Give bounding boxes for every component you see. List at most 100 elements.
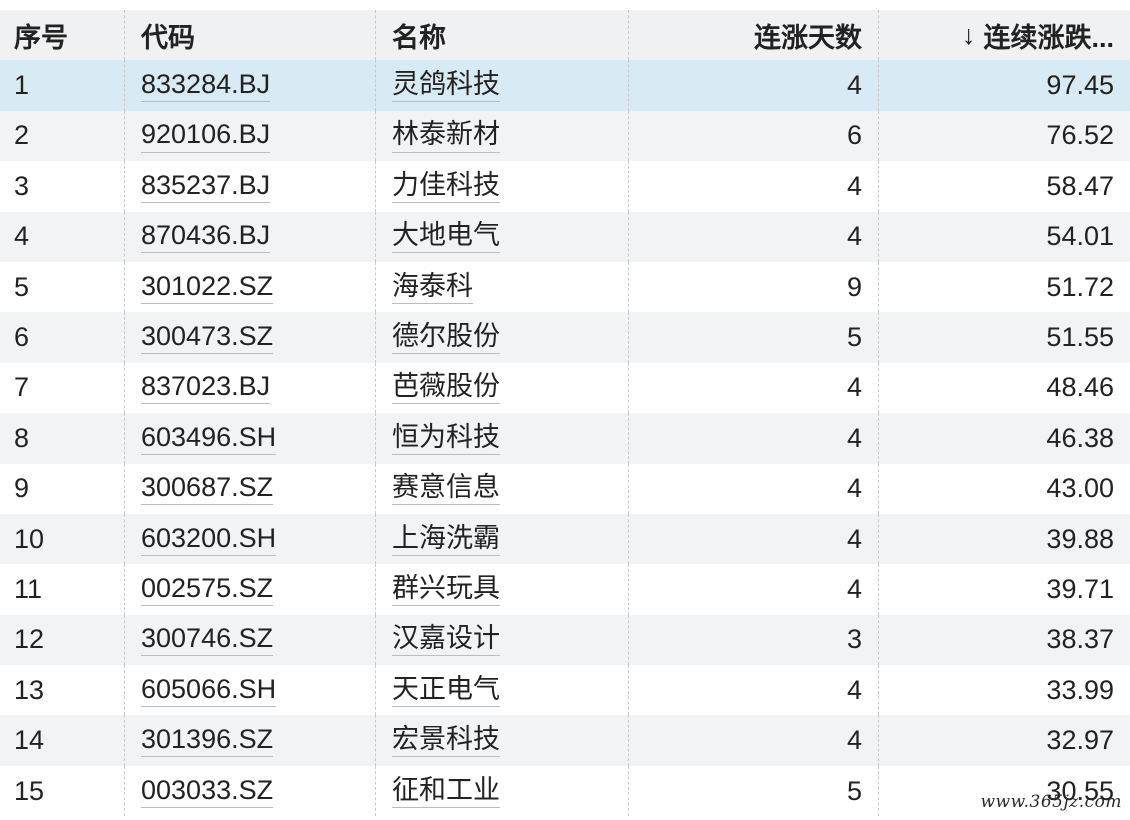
- stock-name-link[interactable]: 汉嘉设计: [392, 623, 500, 657]
- stock-code-cell: 920106.BJ: [124, 110, 375, 162]
- stock-code-link[interactable]: 301022.SZ: [141, 271, 274, 304]
- stock-code-link[interactable]: 003033.SZ: [141, 775, 274, 808]
- table-row[interactable]: 14 301396.SZ 宏景科技 4 32.97: [0, 715, 1130, 766]
- table-row[interactable]: 11 002575.SZ 群兴玩具 4 39.71: [0, 564, 1130, 615]
- cumulative-change-cell: 97.45: [878, 60, 1130, 111]
- stock-name-link[interactable]: 力佳科技: [392, 170, 500, 203]
- row-index: 12: [14, 624, 45, 655]
- streak-days-cell: 3: [628, 614, 878, 666]
- stock-name-link[interactable]: 德尔股份: [392, 321, 500, 355]
- streak-days-cell: 4: [628, 161, 878, 212]
- stock-name-link[interactable]: 天正电气: [392, 674, 500, 707]
- streak-days-cell: 4: [628, 362, 878, 414]
- cumulative-change-cell: 48.46: [878, 362, 1130, 414]
- header-streak-days[interactable]: 连涨天数: [628, 10, 878, 61]
- table-row[interactable]: 6 300473.SZ 德尔股份 5 51.55: [0, 312, 1130, 363]
- streak-days-cell: 6: [628, 110, 878, 162]
- stock-name-cell: 上海洗霸: [375, 513, 628, 565]
- table-row[interactable]: 12 300746.SZ 汉嘉设计 3 38.37: [0, 614, 1130, 666]
- stock-code-link[interactable]: 300473.SZ: [141, 321, 274, 355]
- header-name[interactable]: 名称: [375, 10, 628, 61]
- table-row[interactable]: 5 301022.SZ 海泰科 9 51.72: [0, 261, 1130, 313]
- streak-days-cell: 4: [628, 413, 878, 464]
- table-row[interactable]: 4 870436.BJ 大地电气 4 54.01: [0, 211, 1130, 262]
- row-index: 3: [14, 170, 30, 201]
- row-index: 9: [14, 473, 30, 504]
- row-index: 7: [14, 372, 30, 403]
- stock-name-link[interactable]: 赛意信息: [392, 472, 500, 506]
- stock-name-link[interactable]: 林泰新材: [392, 119, 500, 153]
- table-row[interactable]: 8 603496.SH 恒为科技 4 46.38: [0, 413, 1130, 464]
- streak-days-cell: 4: [628, 513, 878, 565]
- site-watermark: www.365jz.com: [980, 792, 1122, 812]
- stock-code-cell: 003033.SZ: [124, 765, 375, 817]
- stock-code-cell: 603200.SH: [124, 513, 375, 565]
- stock-code-link[interactable]: 920106.BJ: [141, 119, 271, 153]
- header-cumulative-change[interactable]: ↓ 连续涨跌...: [878, 10, 1130, 61]
- table-row[interactable]: 2 920106.BJ 林泰新材 6 76.52: [0, 110, 1130, 162]
- stock-code-cell: 835237.BJ: [124, 161, 375, 212]
- table-row[interactable]: 10 603200.SH 上海洗霸 4 39.88: [0, 513, 1130, 565]
- row-index: 10: [14, 523, 45, 554]
- stock-code-link[interactable]: 870436.BJ: [141, 220, 271, 254]
- stock-code-link[interactable]: 837023.BJ: [141, 371, 271, 405]
- stock-code-link[interactable]: 002575.SZ: [141, 573, 274, 607]
- row-index: 14: [14, 725, 45, 756]
- stock-name-cell: 群兴玩具: [375, 564, 628, 615]
- cumulative-change-cell: 32.97: [878, 715, 1130, 766]
- stock-name-link[interactable]: 上海洗霸: [392, 523, 500, 556]
- row-index: 4: [14, 221, 30, 252]
- row-index: 2: [14, 120, 30, 151]
- table-row[interactable]: 7 837023.BJ 芭薇股份 4 48.46: [0, 362, 1130, 414]
- stock-code-link[interactable]: 301396.SZ: [141, 724, 274, 758]
- stock-code-link[interactable]: 603496.SH: [141, 422, 277, 455]
- stock-name-link[interactable]: 灵鸽科技: [392, 69, 500, 103]
- stock-code-cell: 605066.SH: [124, 665, 375, 716]
- stock-name-link[interactable]: 芭薇股份: [392, 371, 500, 405]
- stock-name-link[interactable]: 宏景科技: [392, 724, 500, 758]
- stock-name-link[interactable]: 群兴玩具: [392, 573, 500, 607]
- stock-name-cell: 林泰新材: [375, 110, 628, 162]
- stock-name-cell: 力佳科技: [375, 161, 628, 212]
- stock-code-cell: 002575.SZ: [124, 564, 375, 615]
- streak-days-cell: 9: [628, 261, 878, 313]
- cumulative-change-cell: 46.38: [878, 413, 1130, 464]
- table-header: 序号 代码 名称 连涨天数 ↓ 连续涨跌...: [0, 10, 1130, 61]
- stock-code-link[interactable]: 835237.BJ: [141, 170, 271, 203]
- stock-name-link[interactable]: 恒为科技: [392, 422, 500, 455]
- header-cumulative-change-label: 连续涨跌...: [983, 22, 1114, 53]
- streak-days-cell: 4: [628, 211, 878, 262]
- stock-name-cell: 德尔股份: [375, 312, 628, 363]
- stock-name-link[interactable]: 海泰科: [392, 271, 473, 304]
- stock-name-cell: 大地电气: [375, 211, 628, 262]
- stock-name-cell: 赛意信息: [375, 463, 628, 514]
- row-index: 1: [14, 70, 30, 101]
- streak-days-cell: 5: [628, 312, 878, 363]
- cumulative-change-cell: 33.99: [878, 665, 1130, 716]
- cumulative-change-cell: 43.00: [878, 463, 1130, 514]
- table-row[interactable]: 9 300687.SZ 赛意信息 4 43.00: [0, 463, 1130, 514]
- stock-code-link[interactable]: 603200.SH: [141, 523, 277, 556]
- stock-table: 序号 代码 名称 连涨天数 ↓ 连续涨跌... 1 833284.BJ 灵鸽科技 4 9…: [0, 10, 1130, 817]
- stock-code-link[interactable]: 833284.BJ: [141, 69, 271, 103]
- table-row[interactable]: 13 605066.SH 天正电气 4 33.99: [0, 665, 1130, 716]
- stock-name-link[interactable]: 征和工业: [392, 775, 500, 808]
- row-index: 13: [14, 674, 45, 705]
- table-row[interactable]: 15 003033.SZ 征和工业 5 30.55: [0, 765, 1130, 817]
- table-row[interactable]: 1 833284.BJ 灵鸽科技 4 97.45: [0, 60, 1130, 111]
- stock-code-link[interactable]: 300746.SZ: [141, 623, 274, 657]
- streak-days-cell: 4: [628, 715, 878, 766]
- header-index[interactable]: 序号: [0, 10, 124, 60]
- table-row[interactable]: 3 835237.BJ 力佳科技 4 58.47: [0, 161, 1130, 212]
- stock-name-cell: 恒为科技: [375, 413, 628, 464]
- stock-name-cell: 灵鸽科技: [375, 60, 628, 111]
- streak-days-cell: 4: [628, 463, 878, 514]
- header-code[interactable]: 代码: [124, 10, 375, 61]
- stock-code-cell: 833284.BJ: [124, 60, 375, 111]
- cumulative-change-cell: 54.01: [878, 211, 1130, 262]
- stock-name-link[interactable]: 大地电气: [392, 220, 500, 254]
- stock-code-link[interactable]: 605066.SH: [141, 674, 277, 707]
- row-index: 15: [14, 775, 45, 806]
- streak-days-cell: 4: [628, 564, 878, 615]
- stock-code-link[interactable]: 300687.SZ: [141, 472, 274, 506]
